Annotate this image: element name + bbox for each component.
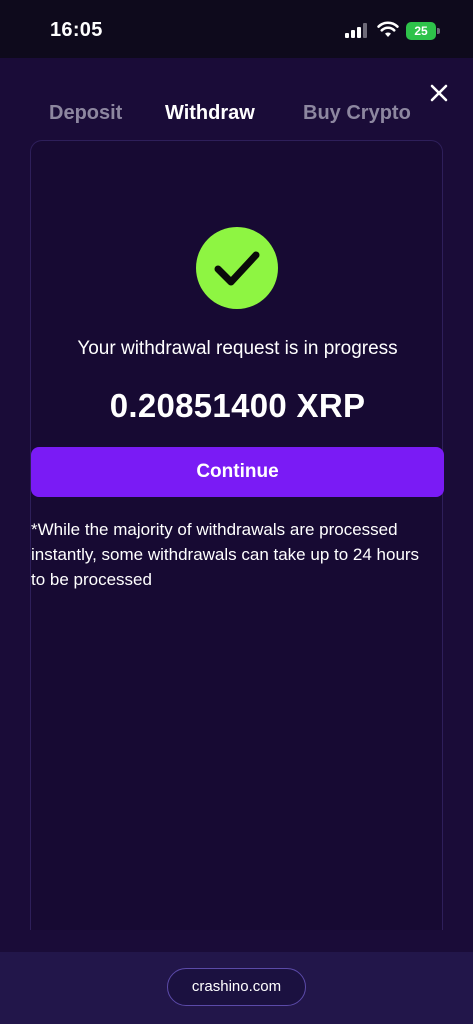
wallet-modal: Deposit Withdraw Buy Crypto Your withdra… xyxy=(0,58,473,952)
cellular-signal-icon xyxy=(345,23,367,38)
status-bar: 16:05 25 xyxy=(0,0,473,58)
domain-pill[interactable]: crashino.com xyxy=(167,968,306,1006)
processing-note: *While the majority of withdrawals are p… xyxy=(31,520,420,589)
status-time: 16:05 xyxy=(50,19,103,41)
tab-deposit[interactable]: Deposit xyxy=(49,102,122,125)
withdraw-amount: 0.20851400 XRP xyxy=(109,387,366,424)
check-circle-icon xyxy=(196,227,278,309)
tab-withdraw[interactable]: Withdraw xyxy=(165,102,255,125)
continue-button[interactable]: Continue xyxy=(31,447,444,497)
success-message: Your withdrawal request is in progress xyxy=(77,338,398,359)
tab-buy-crypto[interactable]: Buy Crypto xyxy=(303,102,411,125)
wallet-tabs: Deposit Withdraw Buy Crypto xyxy=(0,102,473,138)
battery-level: 25 xyxy=(414,24,428,38)
browser-footer: crashino.com xyxy=(0,952,473,1024)
withdraw-result-card: Your withdrawal request is in progress 0… xyxy=(30,140,444,930)
battery-tip xyxy=(437,28,440,34)
battery-icon: 25 xyxy=(406,22,440,40)
wifi-icon xyxy=(377,21,399,37)
